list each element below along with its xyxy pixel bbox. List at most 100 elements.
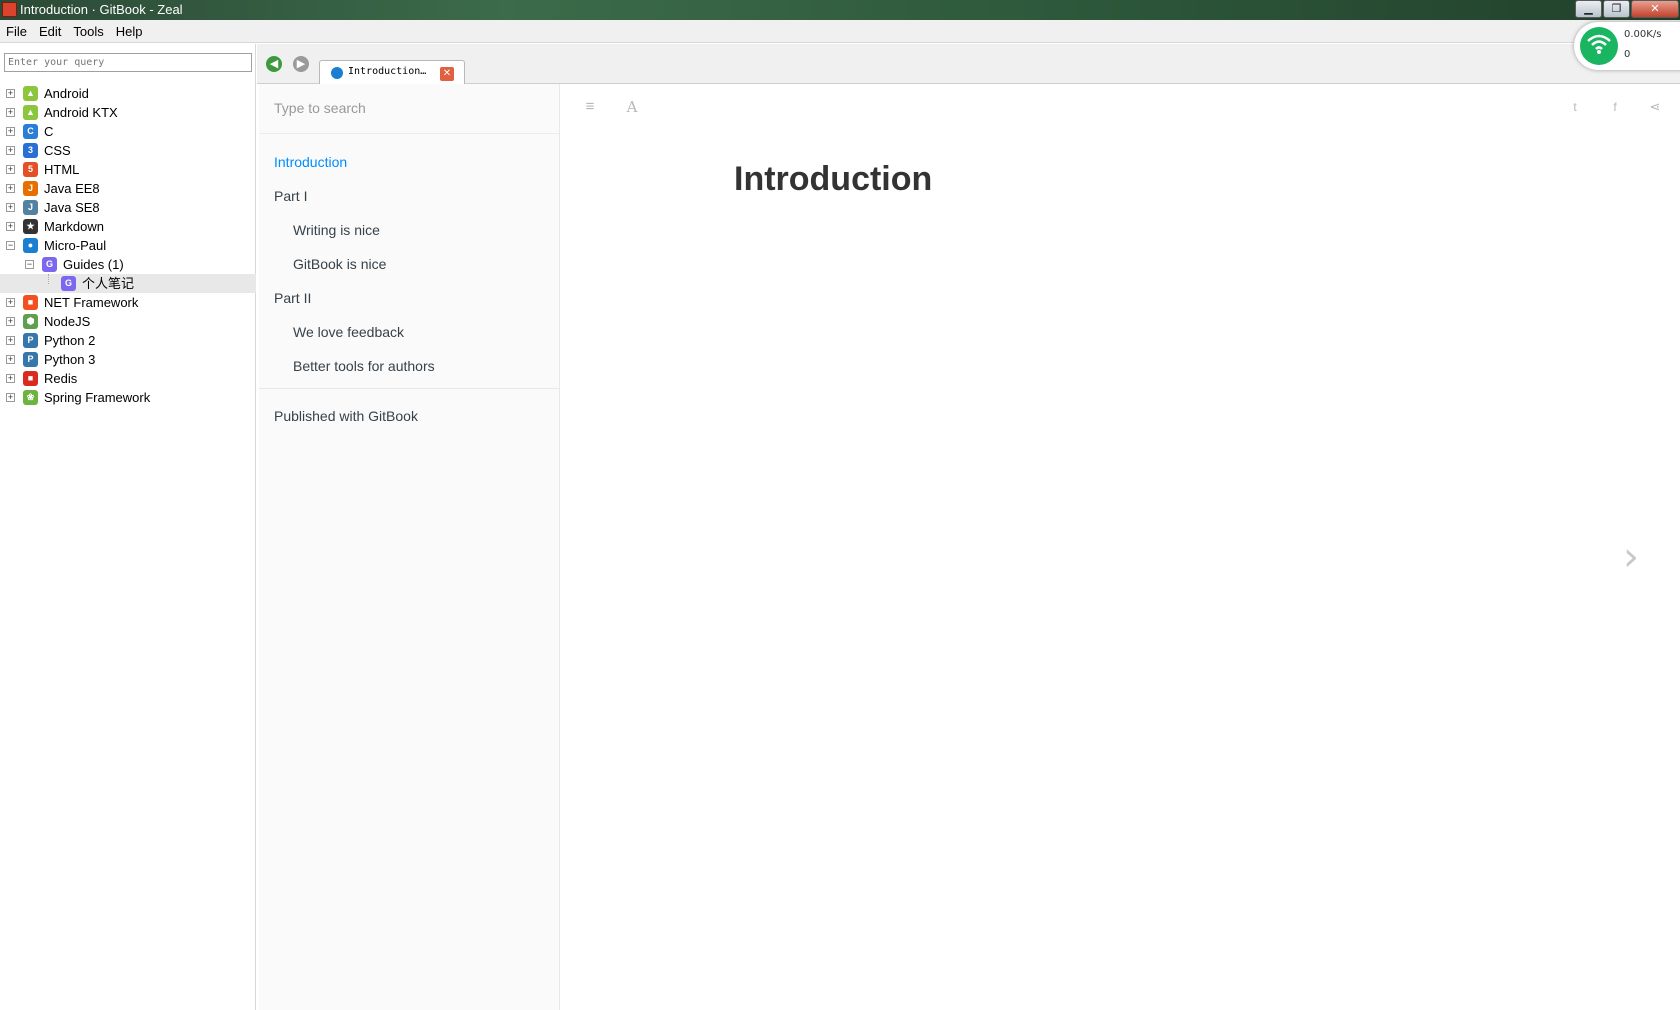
android-icon: ▲ (23, 86, 38, 101)
expand-icon[interactable]: + (6, 336, 15, 345)
wifi-icon (1580, 27, 1618, 65)
expand-icon[interactable]: + (6, 222, 15, 231)
twitter-icon[interactable]: t (1566, 98, 1584, 116)
search-input[interactable] (4, 53, 252, 72)
tab-close-icon[interactable]: ✕ (440, 67, 454, 81)
tree-label: Guides (1) (63, 257, 124, 272)
tree-row[interactable]: + ■ NET Framework (0, 293, 256, 312)
expand-icon[interactable]: + (6, 146, 15, 155)
gitbook-icon: ● (23, 238, 38, 253)
android-icon: ▲ (23, 105, 38, 120)
title-bar: Introduction · GitBook - Zeal ▁ ❐ ✕ (0, 0, 1680, 20)
redis-icon: ■ (23, 371, 38, 386)
window-title: Introduction · GitBook - Zeal (20, 2, 183, 17)
c-icon: C (23, 124, 38, 139)
python-icon: P (23, 333, 38, 348)
collapse-icon[interactable]: − (25, 260, 34, 269)
tree-label: Python 2 (44, 333, 96, 348)
gitbook-icon (331, 67, 343, 79)
tree-row[interactable]: + C C (0, 122, 256, 141)
zeal-app-icon (2, 2, 17, 17)
summary-item-gitbook-is-nice[interactable]: GitBook is nice (293, 256, 386, 272)
tree-row[interactable]: +5 HTML (0, 160, 256, 179)
windows-icon: ■ (23, 295, 38, 310)
expand-icon[interactable]: + (6, 89, 15, 98)
font-settings-icon[interactable]: A (623, 98, 641, 116)
java-icon: J (23, 200, 38, 215)
tree-row[interactable]: + ▲ Android KTX (0, 103, 256, 122)
tree-row[interactable]: + J Java SE8 (0, 198, 256, 217)
tree-row[interactable]: + P Python 2 (0, 331, 256, 350)
network-speed-widget[interactable]: 0.00K/s 0 (1574, 22, 1680, 70)
expand-icon[interactable]: + (6, 184, 15, 193)
tree-label: Android KTX (44, 105, 118, 120)
restore-button[interactable]: ❐ (1603, 0, 1630, 18)
expand-icon[interactable]: + (6, 355, 15, 364)
network-count-text: 0 (1624, 49, 1631, 60)
menu-file[interactable]: File (6, 24, 27, 39)
spring-icon: ❀ (23, 390, 38, 405)
next-page-arrow-icon[interactable]: › (1623, 534, 1639, 580)
tree-row[interactable]: + ▲ Android (0, 84, 256, 103)
tree-label: CSS (44, 143, 71, 158)
tree-label: Android (44, 86, 89, 101)
tree-connector (48, 274, 49, 284)
expand-icon[interactable]: + (6, 203, 15, 212)
expand-icon[interactable]: + (6, 317, 15, 326)
forward-arrow-icon[interactable]: ▶ (293, 56, 309, 72)
tree-row[interactable]: + ❀ Spring Framework (0, 388, 256, 407)
expand-icon[interactable]: + (6, 127, 15, 136)
window-controls: ▁ ❐ ✕ (1575, 0, 1680, 19)
tree-row[interactable]: G 个人笔记 (0, 274, 256, 293)
summary-divider (259, 388, 559, 389)
expand-icon[interactable]: + (6, 298, 15, 307)
minimize-button[interactable]: ▁ (1575, 0, 1602, 18)
tree-label: Spring Framework (44, 390, 151, 405)
tree-row[interactable]: + ★ Markdown (0, 217, 256, 236)
guides-icon: G (42, 257, 57, 272)
nodejs-icon: ⬢ (23, 314, 38, 329)
expand-icon[interactable]: + (6, 108, 15, 117)
tree-label: Java EE8 (44, 181, 100, 196)
toggle-summary-icon[interactable]: ≡ (581, 98, 599, 116)
java-icon: J (23, 181, 38, 196)
facebook-icon[interactable]: f (1606, 98, 1624, 116)
tree-row[interactable]: + ■ Redis (0, 369, 256, 388)
tree-label: Java SE8 (44, 200, 100, 215)
tree-row[interactable]: − ● Micro-Paul (0, 236, 256, 255)
menu-tools[interactable]: Tools (73, 24, 103, 39)
book-search-input[interactable]: Type to search (259, 84, 559, 134)
close-window-button[interactable]: ✕ (1631, 0, 1679, 18)
menu-help[interactable]: Help (116, 24, 143, 39)
tree-row[interactable]: + J Java EE8 (0, 179, 256, 198)
page-title: Introduction (734, 160, 933, 198)
tab-introduction[interactable]: Introduction… ✕ (319, 60, 465, 85)
tab-strip: ◀ ▶ Introduction… ✕ (257, 44, 1680, 85)
tree-label: NodeJS (44, 314, 91, 329)
docset-panel: + ▲ Android + ▲ Android KTX + CC +3 CSS +5 HTML + J Ja… (0, 44, 256, 1010)
published-with-gitbook-link[interactable]: Published with GitBook (274, 408, 418, 424)
expand-icon[interactable]: + (6, 165, 15, 174)
summary-item-introduction[interactable]: Introduction (274, 154, 347, 170)
expand-icon[interactable]: + (6, 374, 15, 383)
markdown-icon: ★ (23, 219, 38, 234)
tree-row[interactable]: + P Python 3 (0, 350, 256, 369)
tree-label: Python 3 (44, 352, 96, 367)
tree-label: HTML (44, 162, 80, 177)
tree-label: Markdown (44, 219, 104, 234)
back-arrow-icon[interactable]: ◀ (266, 56, 282, 72)
tree-label: NET Framework (44, 295, 139, 310)
share-icon[interactable]: ⋖ (1646, 98, 1664, 116)
menu-edit[interactable]: Edit (39, 24, 61, 39)
expand-icon[interactable]: + (6, 393, 15, 402)
tree-row[interactable]: − G Guides (1) (0, 255, 256, 274)
tree-row[interactable]: +3 CSS (0, 141, 256, 160)
summary-item-better-tools[interactable]: Better tools for authors (293, 358, 435, 374)
summary-item-we-love-feedback[interactable]: We love feedback (293, 324, 404, 340)
summary-item-writing-is-nice[interactable]: Writing is nice (293, 222, 380, 238)
collapse-icon[interactable]: − (6, 241, 15, 250)
summary-item-part-ii[interactable]: Part II (274, 290, 311, 306)
summary-item-part-i[interactable]: Part I (274, 188, 307, 204)
tree-row[interactable]: + ⬢ NodeJS (0, 312, 256, 331)
network-speed-text: 0.00K/s (1624, 29, 1662, 40)
